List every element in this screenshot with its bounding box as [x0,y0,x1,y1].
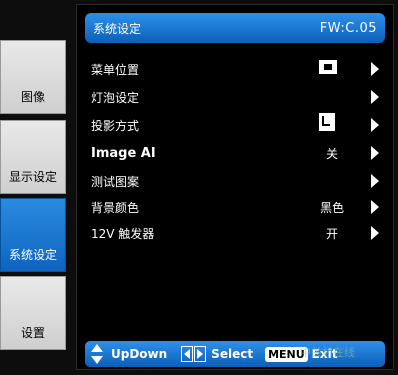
watermark: 中关村在线 [300,346,355,359]
menu-item-label: Image AI [91,145,156,161]
menu-item-label: 投影方式 [91,118,140,133]
tab-image-label: 图像 [20,90,45,104]
updown-hint: UpDown [111,347,168,361]
tab-setup[interactable]: 设置 [0,276,66,350]
menu-item-value: 关 [325,146,338,161]
chevron-right-icon[interactable] [371,118,379,132]
tab-system-settings-label: 系统设定 [8,248,57,262]
menu-item-label: 背景颜色 [91,200,140,215]
panel-title: 系统设定 [93,21,142,36]
panel-header: 系统设定 FW:C.05 [85,13,385,43]
menu-item-background-color[interactable]: 背景颜色 黑色 [91,197,381,217]
tab-setup-label: 设置 [20,326,45,340]
select-hint: Select [211,347,254,361]
menu-item-value: 开 [325,226,338,241]
up-down-arrows-icon [91,344,105,364]
left-tab-bar: 图像 显示设定 系统设定 设置 [0,40,68,350]
menu-item-label: 12V 触发器 [91,226,155,241]
chevron-right-icon[interactable] [371,90,379,104]
chevron-right-icon[interactable] [371,62,379,76]
menu-item-projection-mode[interactable]: 投影方式 [91,113,381,135]
menu-position-icon [319,60,337,74]
menu-item-test-pattern[interactable]: 测试图案 [91,171,381,191]
projection-mode-icon [319,113,335,131]
settings-panel: 系统设定 FW:C.05 菜单位置 灯泡设定 投影方式 Image AI 关 测… [76,4,394,370]
chevron-right-icon[interactable] [371,146,379,160]
chevron-right-icon[interactable] [371,226,379,240]
osd-frame: 图像 显示设定 系统设定 设置 系统设定 FW:C.05 菜单位置 灯泡设定 投… [0,0,398,375]
menu-item-label: 测试图案 [91,174,140,189]
menu-item-12v-trigger[interactable]: 12V 触发器 开 [91,223,381,243]
chevron-right-icon[interactable] [371,174,379,188]
firmware-version: FW:C.05 [319,20,377,36]
menu-item-lamp-settings[interactable]: 灯泡设定 [91,87,381,107]
menu-item-menu-position[interactable]: 菜单位置 [91,59,381,79]
left-right-arrows-icon [181,346,207,362]
menu-item-label: 菜单位置 [91,62,140,77]
menu-item-value: 黑色 [319,200,344,215]
tab-image[interactable]: 图像 [0,40,66,114]
tab-system-settings[interactable]: 系统设定 [0,198,66,272]
tab-display-settings[interactable]: 显示设定 [0,120,66,194]
menu-item-image-ai[interactable]: Image AI 关 [91,143,381,163]
tab-display-settings-label: 显示设定 [8,170,57,184]
menu-item-label: 灯泡设定 [91,90,140,105]
chevron-right-icon[interactable] [371,200,379,214]
